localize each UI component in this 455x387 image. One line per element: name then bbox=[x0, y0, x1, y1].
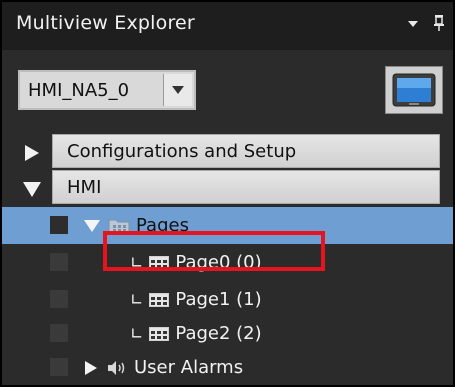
section-configurations-and-setup[interactable]: Configurations and Setup bbox=[2, 134, 453, 170]
row-checkbox[interactable] bbox=[50, 253, 68, 271]
tree-item-user-alarms[interactable]: User Alarms bbox=[2, 349, 453, 385]
section-hmi[interactable]: HMI bbox=[2, 170, 453, 206]
tree-item-page0[interactable]: ∟ Page0 (0) bbox=[2, 244, 453, 281]
tree-item-label: Page2 (2) bbox=[175, 323, 262, 344]
device-select[interactable]: HMI_NA5_0 bbox=[18, 70, 196, 110]
expand-arrow-icon[interactable] bbox=[84, 360, 98, 376]
tree-item-label: Page1 (1) bbox=[175, 289, 262, 310]
tree-item-pages[interactable]: Pages bbox=[2, 207, 453, 244]
tree-connector-icon: ∟ bbox=[130, 253, 144, 272]
tree-item-label: Page0 (0) bbox=[175, 252, 262, 273]
tree-item-label: Pages bbox=[136, 215, 189, 236]
panel-title: Multiview Explorer bbox=[16, 12, 195, 34]
section-bar-hmi[interactable]: HMI bbox=[52, 170, 440, 204]
tree-item-page1[interactable]: ∟ Page1 (1) bbox=[2, 281, 453, 318]
row-checkbox[interactable] bbox=[50, 324, 68, 342]
section-bar-configurations[interactable]: Configurations and Setup bbox=[52, 134, 440, 168]
monitor-icon bbox=[392, 73, 436, 107]
row-checkbox[interactable] bbox=[50, 290, 68, 308]
row-checkbox[interactable] bbox=[50, 358, 68, 376]
expand-arrow-icon[interactable] bbox=[22, 143, 42, 163]
panel-menu-dropdown-icon[interactable] bbox=[407, 18, 419, 28]
collapse-arrow-icon[interactable] bbox=[22, 179, 42, 199]
speaker-icon bbox=[106, 360, 128, 376]
tree-item-label: User Alarms bbox=[134, 357, 244, 378]
tree-connector-icon: ∟ bbox=[130, 324, 144, 343]
collapse-arrow-icon[interactable] bbox=[84, 219, 100, 233]
multiview-explorer-panel: Multiview Explorer HMI_NA5_0 Configurati… bbox=[0, 0, 455, 387]
row-checkbox[interactable] bbox=[50, 216, 68, 234]
page-grid-icon bbox=[149, 326, 170, 341]
pin-icon[interactable] bbox=[433, 14, 445, 32]
tree-connector-icon: ∟ bbox=[130, 290, 144, 309]
tree-item-page2[interactable]: ∟ Page2 (2) bbox=[2, 315, 453, 352]
page-grid-icon bbox=[149, 255, 170, 270]
section-label: HMI bbox=[67, 177, 102, 198]
section-label: Configurations and Setup bbox=[67, 141, 297, 162]
device-monitor-button[interactable] bbox=[385, 66, 443, 114]
device-select-chevron-down-icon[interactable] bbox=[163, 74, 192, 106]
page-grid-icon bbox=[149, 292, 170, 307]
folder-icon bbox=[108, 217, 130, 235]
device-select-value: HMI_NA5_0 bbox=[28, 79, 130, 101]
panel-titlebar: Multiview Explorer bbox=[2, 2, 453, 50]
